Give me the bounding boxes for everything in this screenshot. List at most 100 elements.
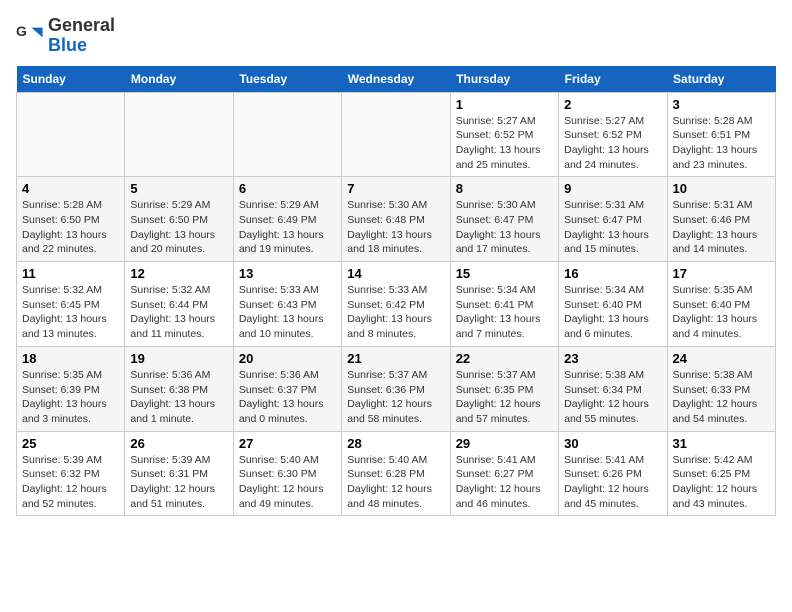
day-of-week-header: Sunday (17, 66, 125, 93)
day-number: 22 (456, 351, 553, 366)
day-info: Sunrise: 5:38 AM Sunset: 6:34 PM Dayligh… (564, 368, 661, 427)
day-number: 26 (130, 436, 227, 451)
calendar-cell: 17 Sunrise: 5:35 AM Sunset: 6:40 PM Dayli… (667, 262, 775, 347)
day-number: 4 (22, 181, 119, 196)
calendar-cell: 24Sunrise: 5:38 AM Sunset: 6:33 PM Dayli… (667, 346, 775, 431)
calendar-week-row: 25 Sunrise: 5:39 AM Sunset: 6:32 PM Dayli… (17, 431, 776, 516)
day-number: 2 (564, 97, 661, 112)
day-info: Sunrise: 5:37 AM Sunset: 6:36 PM Dayligh… (347, 368, 444, 427)
calendar-cell: 3 Sunrise: 5:28 AM Sunset: 6:51 PM Daylig… (667, 92, 775, 177)
day-number: 15 (456, 266, 553, 281)
day-number: 13 (239, 266, 336, 281)
day-info: Sunrise: 5:41 AM Sunset: 6:27 PM Dayligh… (456, 453, 553, 512)
calendar-cell: 6Sunrise: 5:29 AM Sunset: 6:49 PM Daylig… (233, 177, 341, 262)
day-number: 27 (239, 436, 336, 451)
day-number: 7 (347, 181, 444, 196)
day-info: Sunrise: 5:33 AM Sunset: 6:43 PM Dayligh… (239, 283, 336, 342)
day-info: Sunrise: 5:36 AM Sunset: 6:38 PM Dayligh… (130, 368, 227, 427)
day-info: Sunrise: 5:40 AM Sunset: 6:30 PM Dayligh… (239, 453, 336, 512)
logo-text: General Blue (48, 16, 115, 56)
calendar-cell: 19Sunrise: 5:36 AM Sunset: 6:38 PM Dayli… (125, 346, 233, 431)
page-header: G General Blue (16, 16, 776, 56)
day-info: Sunrise: 5:34 AM Sunset: 6:40 PM Dayligh… (564, 283, 661, 342)
calendar-cell (17, 92, 125, 177)
calendar-cell: 25 Sunrise: 5:39 AM Sunset: 6:32 PM Dayli… (17, 431, 125, 516)
calendar-table: SundayMondayTuesdayWednesdayThursdayFrid… (16, 66, 776, 517)
day-of-week-header: Saturday (667, 66, 775, 93)
calendar-header-row: SundayMondayTuesdayWednesdayThursdayFrid… (17, 66, 776, 93)
day-number: 14 (347, 266, 444, 281)
day-info: Sunrise: 5:30 AM Sunset: 6:48 PM Dayligh… (347, 198, 444, 257)
day-info: Sunrise: 5:27 AM Sunset: 6:52 PM Dayligh… (456, 114, 553, 173)
logo-icon: G (16, 22, 44, 50)
logo: G General Blue (16, 16, 115, 56)
day-number: 28 (347, 436, 444, 451)
day-info: Sunrise: 5:31 AM Sunset: 6:46 PM Dayligh… (673, 198, 770, 257)
calendar-week-row: 1 Sunrise: 5:27 AM Sunset: 6:52 PM Daylig… (17, 92, 776, 177)
day-number: 30 (564, 436, 661, 451)
day-info: Sunrise: 5:36 AM Sunset: 6:37 PM Dayligh… (239, 368, 336, 427)
logo-blue: Blue (48, 35, 87, 55)
day-number: 9 (564, 181, 661, 196)
calendar-cell: 31 Sunrise: 5:42 AM Sunset: 6:25 PM Dayli… (667, 431, 775, 516)
calendar-cell: 4Sunrise: 5:28 AM Sunset: 6:50 PM Daylig… (17, 177, 125, 262)
calendar-cell: 20 Sunrise: 5:36 AM Sunset: 6:37 PM Dayli… (233, 346, 341, 431)
calendar-cell: 12Sunrise: 5:32 AM Sunset: 6:44 PM Dayli… (125, 262, 233, 347)
day-info: Sunrise: 5:42 AM Sunset: 6:25 PM Dayligh… (673, 453, 770, 512)
calendar-cell: 7 Sunrise: 5:30 AM Sunset: 6:48 PM Daylig… (342, 177, 450, 262)
calendar-cell: 26 Sunrise: 5:39 AM Sunset: 6:31 PM Dayli… (125, 431, 233, 516)
day-of-week-header: Thursday (450, 66, 558, 93)
calendar-cell: 13 Sunrise: 5:33 AM Sunset: 6:43 PM Dayli… (233, 262, 341, 347)
day-number: 11 (22, 266, 119, 281)
day-info: Sunrise: 5:33 AM Sunset: 6:42 PM Dayligh… (347, 283, 444, 342)
day-number: 20 (239, 351, 336, 366)
day-info: Sunrise: 5:37 AM Sunset: 6:35 PM Dayligh… (456, 368, 553, 427)
calendar-cell: 16 Sunrise: 5:34 AM Sunset: 6:40 PM Dayli… (559, 262, 667, 347)
day-of-week-header: Friday (559, 66, 667, 93)
day-number: 1 (456, 97, 553, 112)
day-info: Sunrise: 5:41 AM Sunset: 6:26 PM Dayligh… (564, 453, 661, 512)
day-info: Sunrise: 5:31 AM Sunset: 6:47 PM Dayligh… (564, 198, 661, 257)
day-number: 5 (130, 181, 227, 196)
calendar-cell: 22 Sunrise: 5:37 AM Sunset: 6:35 PM Dayli… (450, 346, 558, 431)
day-info: Sunrise: 5:32 AM Sunset: 6:45 PM Dayligh… (22, 283, 119, 342)
calendar-cell: 23 Sunrise: 5:38 AM Sunset: 6:34 PM Dayli… (559, 346, 667, 431)
day-info: Sunrise: 5:38 AM Sunset: 6:33 PM Dayligh… (673, 368, 770, 427)
day-number: 17 (673, 266, 770, 281)
day-info: Sunrise: 5:34 AM Sunset: 6:41 PM Dayligh… (456, 283, 553, 342)
calendar-week-row: 18Sunrise: 5:35 AM Sunset: 6:39 PM Dayli… (17, 346, 776, 431)
calendar-cell (233, 92, 341, 177)
day-number: 12 (130, 266, 227, 281)
day-number: 3 (673, 97, 770, 112)
calendar-cell: 10Sunrise: 5:31 AM Sunset: 6:46 PM Dayli… (667, 177, 775, 262)
calendar-cell: 2Sunrise: 5:27 AM Sunset: 6:52 PM Daylig… (559, 92, 667, 177)
calendar-cell: 8Sunrise: 5:30 AM Sunset: 6:47 PM Daylig… (450, 177, 558, 262)
day-number: 8 (456, 181, 553, 196)
calendar-cell: 14 Sunrise: 5:33 AM Sunset: 6:42 PM Dayli… (342, 262, 450, 347)
calendar-cell: 29 Sunrise: 5:41 AM Sunset: 6:27 PM Dayli… (450, 431, 558, 516)
day-info: Sunrise: 5:28 AM Sunset: 6:51 PM Dayligh… (673, 114, 770, 173)
calendar-cell: 27 Sunrise: 5:40 AM Sunset: 6:30 PM Dayli… (233, 431, 341, 516)
day-info: Sunrise: 5:29 AM Sunset: 6:49 PM Dayligh… (239, 198, 336, 257)
day-info: Sunrise: 5:40 AM Sunset: 6:28 PM Dayligh… (347, 453, 444, 512)
calendar-cell: 28 Sunrise: 5:40 AM Sunset: 6:28 PM Dayli… (342, 431, 450, 516)
calendar-cell: 11 Sunrise: 5:32 AM Sunset: 6:45 PM Dayli… (17, 262, 125, 347)
logo-general: General (48, 15, 115, 35)
day-number: 29 (456, 436, 553, 451)
day-of-week-header: Tuesday (233, 66, 341, 93)
day-info: Sunrise: 5:35 AM Sunset: 6:39 PM Dayligh… (22, 368, 119, 427)
calendar-cell: 1 Sunrise: 5:27 AM Sunset: 6:52 PM Daylig… (450, 92, 558, 177)
calendar-week-row: 4Sunrise: 5:28 AM Sunset: 6:50 PM Daylig… (17, 177, 776, 262)
day-number: 25 (22, 436, 119, 451)
calendar-cell: 9 Sunrise: 5:31 AM Sunset: 6:47 PM Daylig… (559, 177, 667, 262)
calendar-cell: 18Sunrise: 5:35 AM Sunset: 6:39 PM Dayli… (17, 346, 125, 431)
day-number: 31 (673, 436, 770, 451)
day-number: 21 (347, 351, 444, 366)
day-info: Sunrise: 5:39 AM Sunset: 6:32 PM Dayligh… (22, 453, 119, 512)
day-number: 16 (564, 266, 661, 281)
day-info: Sunrise: 5:39 AM Sunset: 6:31 PM Dayligh… (130, 453, 227, 512)
day-info: Sunrise: 5:35 AM Sunset: 6:40 PM Dayligh… (673, 283, 770, 342)
calendar-cell: 15 Sunrise: 5:34 AM Sunset: 6:41 PM Dayli… (450, 262, 558, 347)
calendar-cell: 30 Sunrise: 5:41 AM Sunset: 6:26 PM Dayli… (559, 431, 667, 516)
day-number: 23 (564, 351, 661, 366)
